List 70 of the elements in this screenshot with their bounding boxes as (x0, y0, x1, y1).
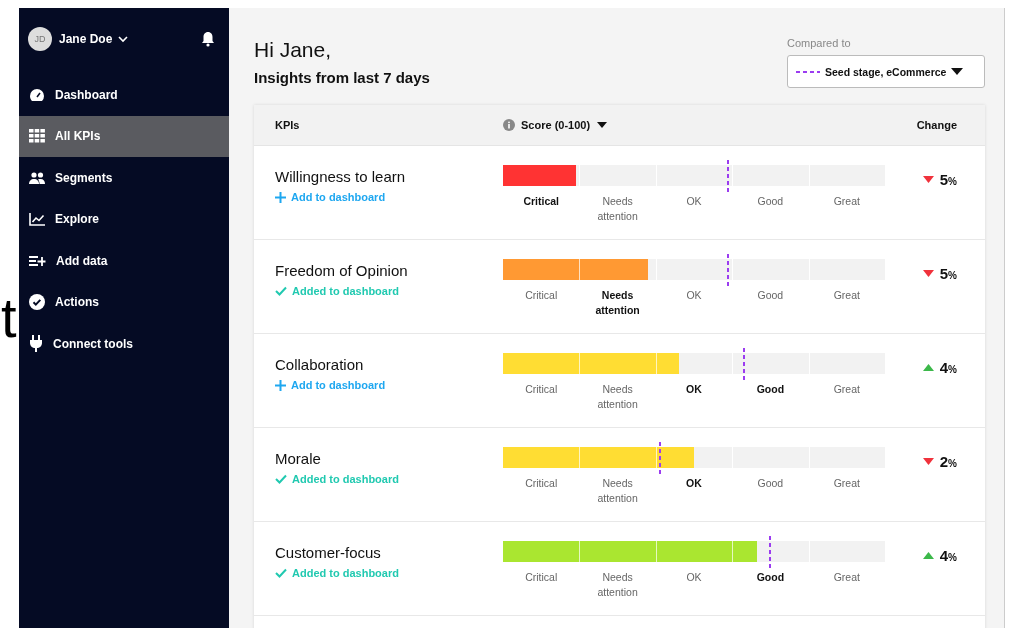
band-label: Great (832, 288, 861, 303)
column-header: Change (915, 119, 958, 131)
band-label: Great (832, 194, 861, 209)
band-label: OK (685, 570, 703, 585)
add-list-icon (29, 254, 46, 267)
band-label: Great (832, 382, 861, 397)
score-column-dropdown[interactable]: Score (0-100) (521, 119, 608, 131)
nav-item[interactable]: Explore (19, 198, 229, 240)
band-label: Needs attention (596, 570, 639, 600)
nav-item[interactable]: Actions (19, 281, 229, 323)
band-label: OK (685, 288, 703, 303)
band-label: Needs attention (596, 476, 639, 506)
avatar: JD (28, 27, 52, 51)
band-label: Needs attention (596, 194, 639, 224)
band-label: OK (685, 194, 703, 209)
plus-icon (275, 379, 286, 391)
caret-icon (597, 122, 608, 128)
column-header: KPIs (274, 119, 301, 131)
plug-icon (29, 335, 43, 353)
change-value: 2% (939, 453, 957, 470)
band-label: Needs attention (596, 382, 639, 412)
change-value: 5% (939, 171, 957, 188)
user-menu[interactable]: Jane Doe (55, 30, 133, 48)
nav-item[interactable]: Add data (19, 240, 229, 282)
band-label: Needs attention (594, 288, 641, 318)
plus-icon (275, 191, 286, 203)
change-value: 4% (939, 547, 957, 564)
caret-icon (951, 67, 964, 76)
change-value: 4% (939, 359, 957, 376)
subtitle: Insights from last 7 days (254, 69, 430, 86)
band-label: Critical (524, 382, 559, 397)
kpi-name: Customer-focus (275, 544, 382, 561)
band-label: Great (832, 476, 861, 491)
band-label: Critical (524, 570, 559, 585)
band-label: Good (755, 570, 786, 585)
benchmark-dropdown[interactable]: Seed stage, eCommerce (787, 55, 985, 88)
kpi-name: Freedom of Opinion (275, 262, 409, 279)
kpi-name: Collaboration (275, 356, 365, 373)
grid-icon (29, 129, 45, 144)
band-label: Good (755, 382, 786, 397)
band-label: Good (756, 476, 785, 491)
band-label: Great (832, 570, 861, 585)
change-value: 5% (939, 265, 957, 282)
greeting: Hi Jane, (254, 38, 333, 62)
slide-text-fragment: t (1, 290, 17, 346)
kpi-name: Morale (275, 450, 322, 467)
band-label: OK (685, 382, 703, 397)
info-icon (503, 119, 515, 131)
band-label: Critical (524, 288, 559, 303)
check-icon (275, 474, 287, 484)
people-icon (29, 171, 45, 184)
band-label: Good (756, 194, 785, 209)
band-label: OK (685, 476, 703, 491)
band-label: Good (756, 288, 785, 303)
check-circle-icon (29, 294, 45, 311)
check-icon (275, 568, 287, 578)
nav-item[interactable]: All KPIs (19, 115, 229, 157)
nav-item[interactable]: Segments (19, 157, 229, 199)
band-label: Critical (524, 476, 559, 491)
check-icon (275, 286, 287, 296)
line-chart-icon (29, 212, 45, 226)
nav-item[interactable]: Connect tools (19, 323, 229, 365)
dashed-line-icon (796, 69, 820, 74)
chevron-down-icon (118, 35, 129, 43)
band-label: Critical (522, 194, 560, 209)
compare-label: Compared to (787, 37, 852, 49)
bell-icon[interactable] (201, 31, 215, 47)
nav-item[interactable]: Dashboard (19, 74, 229, 116)
kpi-name: Willingness to learn (275, 168, 407, 185)
gauge-icon (29, 87, 45, 102)
